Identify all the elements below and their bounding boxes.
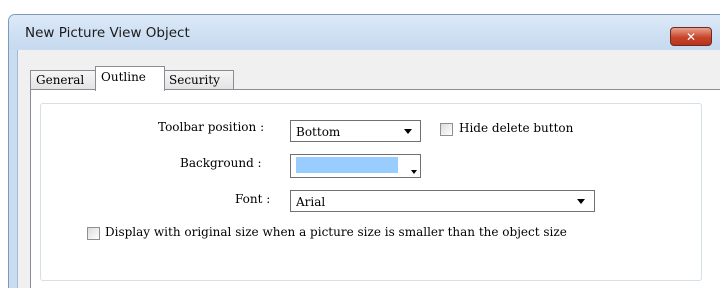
font-label: Font : (235, 192, 271, 206)
background-label: Background : (180, 156, 262, 170)
toolbar-position-select[interactable]: Bottom (290, 120, 421, 142)
toolbar-position-label: Toolbar position : (158, 120, 265, 134)
dialog-window: New Picture View Object ✕ General Outlin… (8, 14, 720, 288)
font-select[interactable]: Arial (290, 190, 595, 212)
font-value: Arial (296, 195, 326, 209)
close-icon: ✕ (685, 29, 697, 44)
close-button[interactable]: ✕ (670, 27, 712, 46)
tab-general[interactable]: General (30, 70, 97, 89)
chevron-down-icon (404, 129, 412, 134)
original-size-label: Display with original size when a pictur… (105, 225, 567, 239)
outline-tab-panel: Toolbar position : Bottom Hide delete bu… (30, 89, 720, 288)
background-color-swatch (295, 157, 398, 173)
original-size-checkbox[interactable] (87, 227, 100, 240)
tab-outline[interactable]: Outline (95, 66, 165, 91)
tab-security-label: Security (169, 73, 220, 87)
panel-edge (710, 90, 720, 288)
tab-outline-label: Outline (101, 70, 146, 84)
window-title: New Picture View Object (25, 25, 190, 41)
hide-delete-button-label: Hide delete button (459, 121, 574, 135)
chevron-down-icon (577, 199, 585, 204)
outline-settings-group: Toolbar position : Bottom Hide delete bu… (40, 103, 702, 281)
toolbar-position-value: Bottom (296, 125, 341, 139)
chevron-down-icon (411, 170, 417, 174)
background-color-picker[interactable] (290, 154, 421, 178)
tab-general-label: General (36, 73, 85, 87)
hide-delete-button-checkbox[interactable] (440, 123, 453, 136)
dialog-client-area: General Outline Security Toolbar positio… (17, 50, 720, 288)
tab-security[interactable]: Security (163, 70, 234, 89)
title-bar[interactable]: New Picture View Object ✕ (9, 15, 720, 49)
